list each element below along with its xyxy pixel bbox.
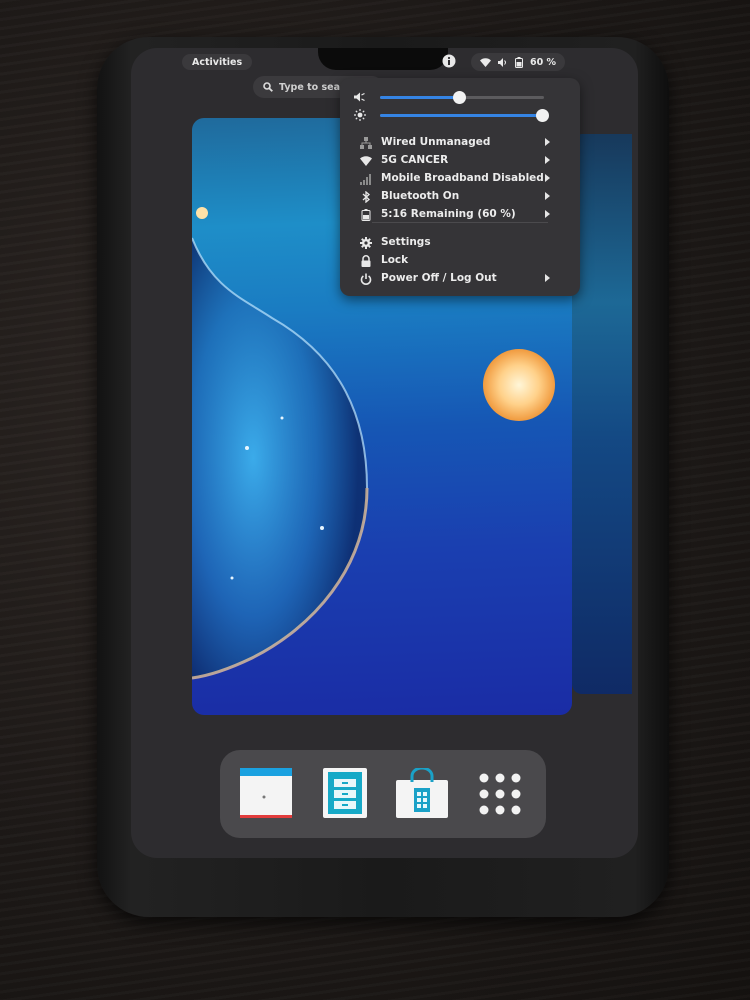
wifi-status-icon <box>480 57 491 67</box>
battery-percent: 60 % <box>530 56 557 68</box>
window-app-icon[interactable] <box>240 768 292 820</box>
menu-item-bluetooth[interactable]: Bluetooth On <box>340 188 580 206</box>
phone-screen: Activities 60 % Type to search Wired Unm… <box>131 48 638 858</box>
search-icon <box>263 82 273 92</box>
mobile-signal-icon <box>360 174 371 185</box>
app-grid-icon[interactable] <box>474 768 526 820</box>
menu-item-mobile-broadband[interactable]: Mobile Broadband Disabled <box>340 170 580 188</box>
brightness-slider-handle[interactable] <box>536 109 550 122</box>
menu-item-power[interactable]: Power Off / Log Out <box>340 270 580 288</box>
files-app-icon[interactable] <box>321 768 373 820</box>
system-menu: Wired Unmanaged 5G CANCER Mobile Broadba… <box>340 78 580 296</box>
wired-network-icon <box>360 137 372 149</box>
brightness-slider[interactable] <box>380 109 550 122</box>
menu-item-wired[interactable]: Wired Unmanaged <box>340 134 580 152</box>
info-icon[interactable] <box>442 54 456 68</box>
volume-status-icon <box>498 57 506 67</box>
power-icon <box>360 273 372 285</box>
submenu-arrow-icon <box>545 174 550 182</box>
submenu-arrow-icon <box>545 156 550 164</box>
settings-gear-icon <box>360 237 372 249</box>
submenu-arrow-icon <box>545 274 550 282</box>
menu-item-settings[interactable]: Settings <box>340 234 580 252</box>
system-status-area[interactable]: 60 % <box>471 53 566 71</box>
battery-icon <box>361 209 371 221</box>
volume-slider-fill <box>380 96 459 99</box>
menu-item-wifi[interactable]: 5G CANCER <box>340 152 580 170</box>
speaker-icon <box>354 92 365 102</box>
wifi-icon <box>360 156 372 166</box>
volume-slider[interactable] <box>380 91 544 104</box>
volume-slider-handle[interactable] <box>452 91 466 104</box>
submenu-arrow-icon <box>545 210 550 218</box>
activities-button[interactable]: Activities <box>182 54 253 70</box>
brightness-icon <box>354 109 366 121</box>
next-workspace-window[interactable] <box>572 134 632 694</box>
submenu-arrow-icon <box>545 192 550 200</box>
brightness-slider-row <box>352 108 572 122</box>
camera-notch <box>318 48 448 70</box>
battery-status-icon <box>515 56 523 68</box>
submenu-arrow-icon <box>545 138 550 146</box>
lock-icon <box>361 255 371 267</box>
software-store-icon[interactable] <box>396 768 448 820</box>
dash-dock <box>220 750 546 838</box>
brightness-slider-fill <box>380 114 543 117</box>
bluetooth-icon <box>362 191 370 203</box>
menu-item-lock[interactable]: Lock <box>340 252 580 270</box>
menu-separator <box>372 222 548 223</box>
volume-slider-row <box>352 90 572 104</box>
